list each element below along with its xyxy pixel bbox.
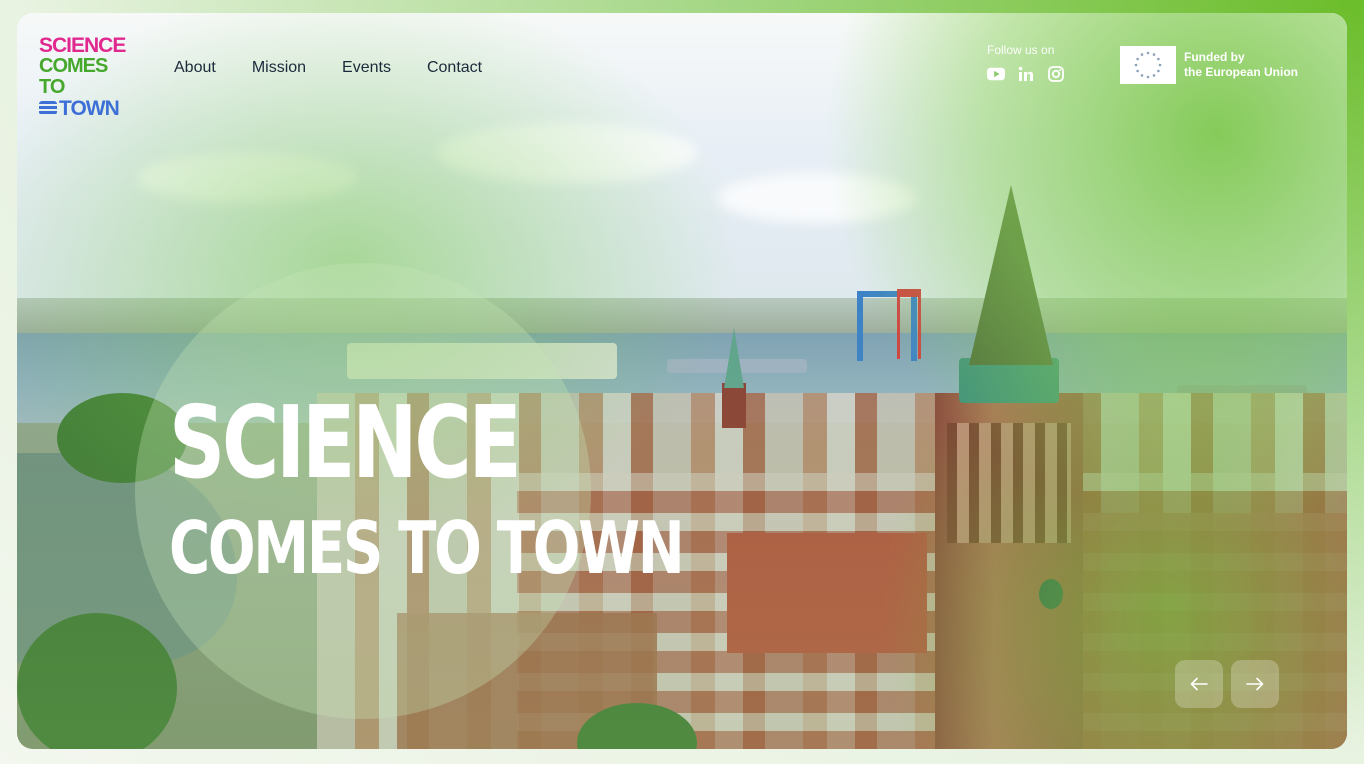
instagram-icon[interactable]: [1047, 65, 1065, 83]
logo-line-town: TOWN: [39, 98, 129, 119]
hero-line-comes-to-town: COMES TO TOWN: [169, 506, 685, 590]
youtube-icon[interactable]: [987, 65, 1005, 83]
eu-line-1: Funded by: [1184, 50, 1245, 64]
hero-frame: SCIENCE COMES TO TOWN About Mission Even…: [17, 13, 1347, 749]
eu-line-2: the European Union: [1184, 65, 1298, 79]
carousel-next-button[interactable]: [1231, 660, 1279, 708]
eu-stars-icon: [1120, 46, 1176, 84]
linkedin-icon[interactable]: [1017, 65, 1035, 83]
nav-contact[interactable]: Contact: [427, 59, 482, 77]
site-header: SCIENCE COMES TO TOWN About Mission Even…: [17, 13, 1347, 123]
logo-line-comes-to: COMES TO: [39, 55, 108, 98]
follow-label: Follow us on: [987, 43, 1055, 57]
arrow-right-icon: [1246, 677, 1264, 691]
main-nav: About Mission Events Contact: [174, 59, 518, 77]
hero-title: SCIENCE COMES TO TOWN: [169, 384, 827, 590]
eu-funding-text: Funded by the European Union: [1184, 50, 1298, 80]
hero-line-science: SCIENCE: [169, 384, 522, 501]
nav-mission[interactable]: Mission: [252, 59, 306, 77]
arrow-left-icon: [1190, 677, 1208, 691]
nav-about[interactable]: About: [174, 59, 216, 77]
eu-funding-badge: Funded by the European Union: [1120, 46, 1298, 84]
social-icons: [987, 65, 1065, 83]
logo-town-text: TOWN: [59, 97, 120, 120]
nav-events[interactable]: Events: [342, 59, 391, 77]
carousel-prev-button[interactable]: [1175, 660, 1223, 708]
waves-icon: [39, 101, 57, 115]
social-follow: Follow us on: [987, 43, 1065, 83]
site-logo[interactable]: SCIENCE COMES TO TOWN: [39, 34, 129, 119]
logo-line-science: SCIENCE: [39, 34, 126, 57]
